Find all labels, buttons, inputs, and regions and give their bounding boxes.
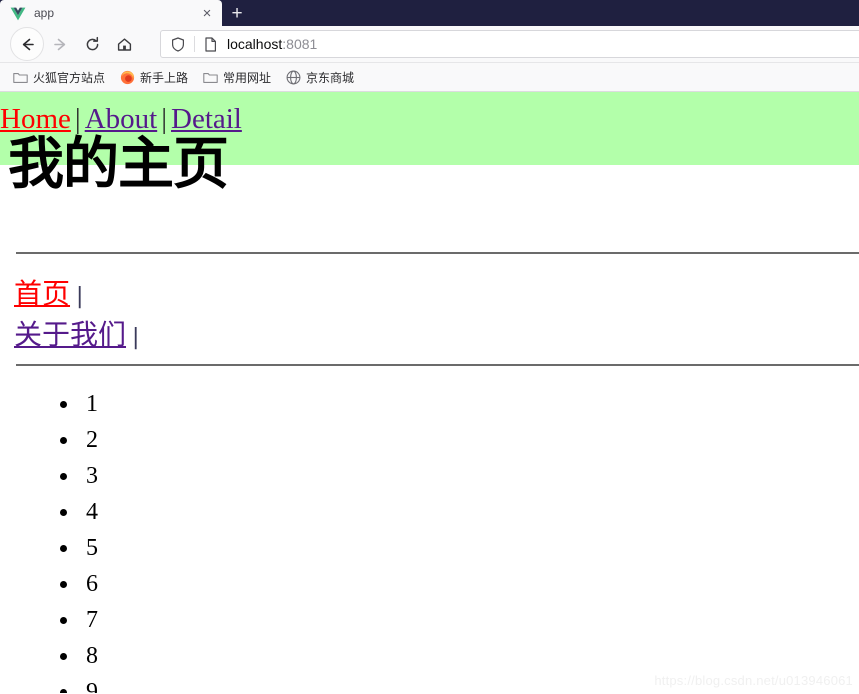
bookmark-label: 京东商城 (306, 70, 355, 85)
reload-icon[interactable] (76, 28, 108, 60)
nav-separator: | (74, 103, 81, 135)
bookmarks-bar: 火狐官方站点 新手上路 常用网址 京东商城 (0, 63, 859, 92)
folder-icon (202, 69, 218, 85)
bookmark-jd-mall[interactable]: 京东商城 (279, 67, 360, 88)
bookmark-label: 火狐官方站点 (33, 70, 106, 85)
list-item: 9 (80, 674, 98, 693)
new-tab-button[interactable]: + (222, 0, 252, 26)
vue-logo-icon (10, 5, 26, 21)
url-text: localhost:8081 (227, 36, 317, 52)
nav-link-about[interactable]: About (85, 103, 158, 135)
folder-icon (12, 69, 28, 85)
home-icon[interactable] (108, 28, 140, 60)
list-item: 7 (80, 602, 98, 638)
bookmark-label: 常用网址 (223, 70, 272, 85)
divider-top (16, 252, 859, 254)
sub-link-about-us[interactable]: 关于我们 (14, 318, 126, 351)
nav-link-detail[interactable]: Detail (171, 103, 242, 135)
sub-nav-row-home: 首页 | (14, 274, 139, 315)
sub-nav-separator: | (76, 284, 84, 309)
page-title: 我的主页 (8, 132, 229, 197)
url-port: :8081 (282, 36, 318, 52)
firefox-icon (119, 69, 135, 85)
close-icon[interactable]: × (198, 4, 216, 22)
list-item: 3 (80, 458, 98, 494)
tab-strip: app × + (0, 0, 859, 26)
list-item: 6 (80, 566, 98, 602)
page-viewport: Home|About|Detail 我的主页 首页| 关于我们| 1 2 3 4… (0, 92, 859, 693)
tab-title: app (34, 6, 55, 20)
list-item: 2 (80, 422, 98, 458)
globe-icon (285, 69, 301, 85)
bookmark-firefox-official[interactable]: 火狐官方站点 (6, 67, 111, 88)
list-item: 8 (80, 638, 98, 674)
list-item: 1 (80, 386, 98, 422)
shield-icon[interactable] (169, 36, 187, 52)
sub-nav-row-about: 关于我们 | (14, 315, 139, 356)
list-item: 5 (80, 530, 98, 566)
nav-separator: | (161, 103, 167, 135)
bookmark-label: 新手上路 (140, 70, 189, 85)
sub-link-home[interactable]: 首页 (14, 277, 70, 310)
bookmark-common-sites[interactable]: 常用网址 (196, 67, 277, 88)
bookmark-getting-started[interactable]: 新手上路 (113, 67, 194, 88)
url-divider (194, 36, 195, 52)
browser-window: app × + localhost:8081 火狐官方站点 新手上路 常用网址 … (0, 0, 859, 694)
navigation-toolbar: localhost:8081 (0, 26, 859, 63)
forward-arrow-icon[interactable] (44, 28, 76, 60)
back-arrow-icon[interactable] (10, 27, 44, 61)
sub-nav-separator: | (132, 324, 140, 350)
list-item: 4 (80, 494, 98, 530)
top-navigation: Home | About | Detail (0, 105, 242, 134)
sub-navigation: 首页 | 关于我们 | (14, 274, 139, 355)
page-document-icon[interactable] (202, 36, 218, 52)
url-host: localhost (227, 36, 283, 52)
tab-app[interactable]: app × (0, 0, 222, 26)
divider-bottom (16, 364, 859, 366)
number-list: 1 2 3 4 5 6 7 8 9 (0, 386, 98, 693)
watermark: https://blog.csdn.net/u013946061 (654, 673, 853, 688)
url-bar[interactable]: localhost:8081 (160, 30, 859, 58)
nav-link-home[interactable]: Home (0, 103, 71, 135)
